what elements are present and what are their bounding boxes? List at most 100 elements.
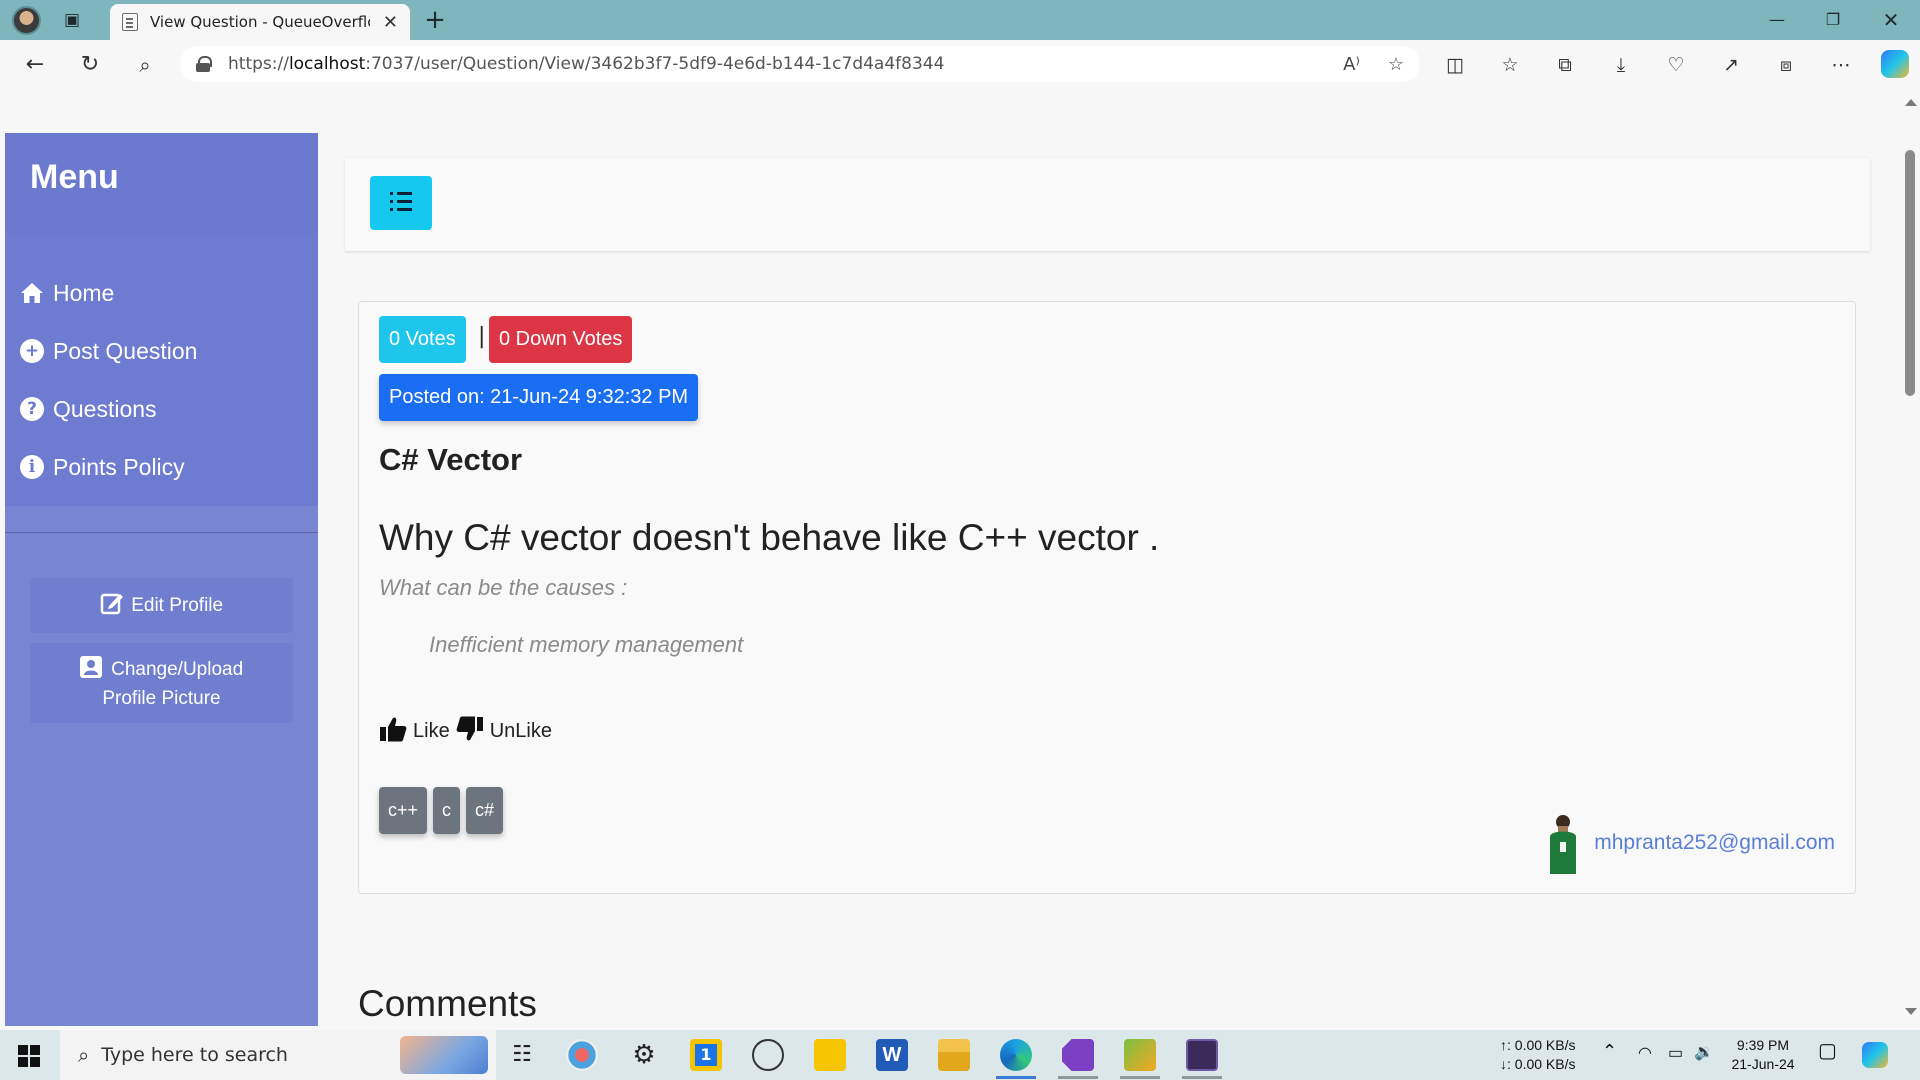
copilot-taskbar-icon[interactable]	[1862, 1042, 1888, 1068]
tag-list: c++ c c#	[379, 787, 504, 834]
tab-close-icon[interactable]: ✕	[383, 12, 398, 33]
down-votes-badge[interactable]: 0 Down Votes	[489, 316, 633, 363]
question-body-quote: Inefficient memory management	[429, 632, 744, 657]
favorite-star-icon[interactable]: ☆	[1388, 54, 1404, 75]
copilot-icon[interactable]	[1881, 50, 1909, 78]
thumbs-down-icon[interactable]	[456, 715, 484, 743]
clock-time: 9:39 PM	[1736, 1037, 1790, 1053]
sidebar-item-post-question[interactable]: + Post Question	[5, 322, 318, 380]
upload-label-line1: Change/Upload	[111, 659, 244, 680]
list-icon	[390, 192, 412, 212]
tab-title: View Question - QueueOverflow.	[150, 13, 370, 31]
file-explorer-icon[interactable]	[938, 1039, 970, 1071]
share-icon[interactable]: ↗	[1718, 52, 1744, 78]
browser-tab-active[interactable]: View Question - QueueOverflow. ✕	[110, 4, 410, 40]
terminal-app-icon[interactable]	[1186, 1039, 1218, 1071]
obs-app-icon[interactable]	[752, 1039, 784, 1071]
downloads-icon[interactable]: ⤓	[1608, 52, 1634, 78]
edit-icon	[100, 593, 123, 615]
collections-icon[interactable]: ⧉	[1552, 52, 1578, 78]
unlike-link[interactable]: UnLike	[490, 720, 552, 743]
page-viewport: Menu Home + Post Question ? Questions i …	[0, 88, 1900, 1026]
paint-app-icon[interactable]	[566, 1039, 598, 1071]
sidebar: Menu Home + Post Question ? Questions i …	[5, 133, 318, 1026]
edit-profile-button[interactable]: Edit Profile	[30, 578, 293, 633]
battery-icon[interactable]: ▭	[1668, 1044, 1683, 1063]
sidebar-item-points-policy[interactable]: i Points Policy	[5, 438, 318, 496]
author-avatar[interactable]	[1546, 812, 1580, 874]
clock[interactable]: 9:39 PM 21-Jun-24	[1728, 1036, 1798, 1074]
page-favicon-icon	[122, 13, 138, 31]
browser-titlebar: ▣ View Question - QueueOverflow. ✕ + — ❐…	[0, 0, 1920, 40]
calendar-app-icon[interactable]: 1	[690, 1039, 722, 1071]
sidebar-toggle-button[interactable]	[370, 176, 432, 230]
notifications-icon[interactable]: ▢	[1818, 1041, 1837, 1061]
author-email-link[interactable]: mhpranta252@gmail.com	[1594, 831, 1835, 855]
taskbar-search-placeholder: Type here to search	[101, 1044, 288, 1066]
read-aloud-icon[interactable]: A⁾	[1343, 54, 1360, 75]
sticky-notes-icon[interactable]	[814, 1039, 846, 1071]
sidebar-item-label: Home	[53, 279, 115, 306]
favorites-icon[interactable]: ☆	[1497, 52, 1523, 78]
address-bar[interactable]: https://localhost:7037/user/Question/Vie…	[180, 46, 1420, 82]
browser-essentials-icon[interactable]: ♡	[1663, 52, 1689, 78]
like-link[interactable]: Like	[413, 720, 450, 743]
search-icon: ⌕	[78, 1043, 90, 1067]
change-profile-picture-button[interactable]: Change/Upload Profile Picture	[30, 643, 293, 723]
tab-actions-icon[interactable]: ▣	[62, 10, 82, 30]
sidebar-menu: Home + Post Question ? Questions i Point…	[5, 234, 318, 506]
question-body-text: What can be the causes :	[379, 575, 628, 600]
posted-date-badge: Posted on: 21-Jun-24 9:32:32 PM	[379, 374, 699, 421]
tag-badge[interactable]: c	[433, 787, 461, 834]
sidebar-title: Menu	[30, 158, 119, 196]
volume-icon[interactable]: 🔉	[1694, 1043, 1714, 1062]
sidebar-item-label: Points Policy	[53, 453, 185, 480]
edge-browser-icon[interactable]	[1000, 1039, 1032, 1071]
thumbs-up-icon[interactable]	[379, 715, 407, 743]
tool-app-icon[interactable]	[1124, 1039, 1156, 1071]
minimize-button[interactable]: —	[1762, 6, 1792, 34]
lock-icon[interactable]	[196, 56, 212, 72]
task-view-icon[interactable]: ☷	[506, 1039, 538, 1071]
page-scrollbar[interactable]	[1900, 88, 1920, 1026]
tag-badge[interactable]: c#	[466, 787, 504, 834]
back-icon[interactable]: ←	[20, 50, 50, 80]
show-hidden-icons-icon[interactable]: ⌃	[1602, 1042, 1617, 1061]
extensions-icon[interactable]: ⧈	[1773, 52, 1799, 78]
url-text[interactable]: https://localhost:7037/user/Question/Vie…	[228, 54, 944, 74]
sidebar-item-questions[interactable]: ? Questions	[5, 380, 318, 438]
sidebar-item-label: Post Question	[53, 337, 198, 364]
vote-separator: |	[478, 324, 486, 349]
refresh-icon[interactable]: ↻	[75, 50, 105, 80]
terminal-active-indicator	[1182, 1076, 1222, 1079]
word-app-icon[interactable]: W	[876, 1039, 908, 1071]
scroll-down-arrow-icon[interactable]	[1905, 1008, 1917, 1015]
scroll-up-arrow-icon[interactable]	[1905, 99, 1917, 106]
sidebar-item-label: Questions	[53, 395, 157, 422]
wifi-icon[interactable]: ◠	[1638, 1044, 1652, 1063]
scroll-thumb[interactable]	[1905, 150, 1915, 396]
search-icon[interactable]: ⌕	[130, 50, 160, 80]
question-body-heading: Why C# vector doesn't behave like C++ ve…	[379, 517, 1160, 558]
windows-start-icon[interactable]	[18, 1045, 40, 1067]
more-options-icon[interactable]: ⋯	[1828, 52, 1854, 78]
split-screen-icon[interactable]: ◫	[1442, 52, 1468, 78]
votes-badge[interactable]: 0 Votes	[379, 316, 466, 363]
question-circle-icon: ?	[19, 396, 45, 422]
clock-date: 21-Jun-24	[1731, 1056, 1795, 1072]
close-window-button[interactable]: ✕	[1876, 6, 1906, 34]
edge-active-indicator	[996, 1076, 1036, 1079]
sidebar-item-home[interactable]: Home	[5, 264, 318, 322]
taskbar-search-box[interactable]: ⌕ Type here to search	[60, 1030, 496, 1080]
like-controls: Like UnLike	[379, 715, 552, 743]
browser-profile-avatar[interactable]	[12, 6, 41, 35]
question-card: 0 Votes | 0 Down Votes Posted on: 21-Jun…	[358, 301, 1856, 894]
tool-active-indicator	[1120, 1076, 1160, 1079]
settings-gear-icon[interactable]: ⚙	[628, 1039, 660, 1071]
restore-button[interactable]: ❐	[1818, 6, 1848, 34]
tag-badge[interactable]: c++	[379, 787, 428, 834]
info-circle-icon: i	[19, 454, 45, 480]
new-tab-button[interactable]: +	[422, 6, 448, 34]
visual-studio-icon[interactable]	[1062, 1039, 1094, 1071]
search-highlight-image	[400, 1036, 488, 1074]
